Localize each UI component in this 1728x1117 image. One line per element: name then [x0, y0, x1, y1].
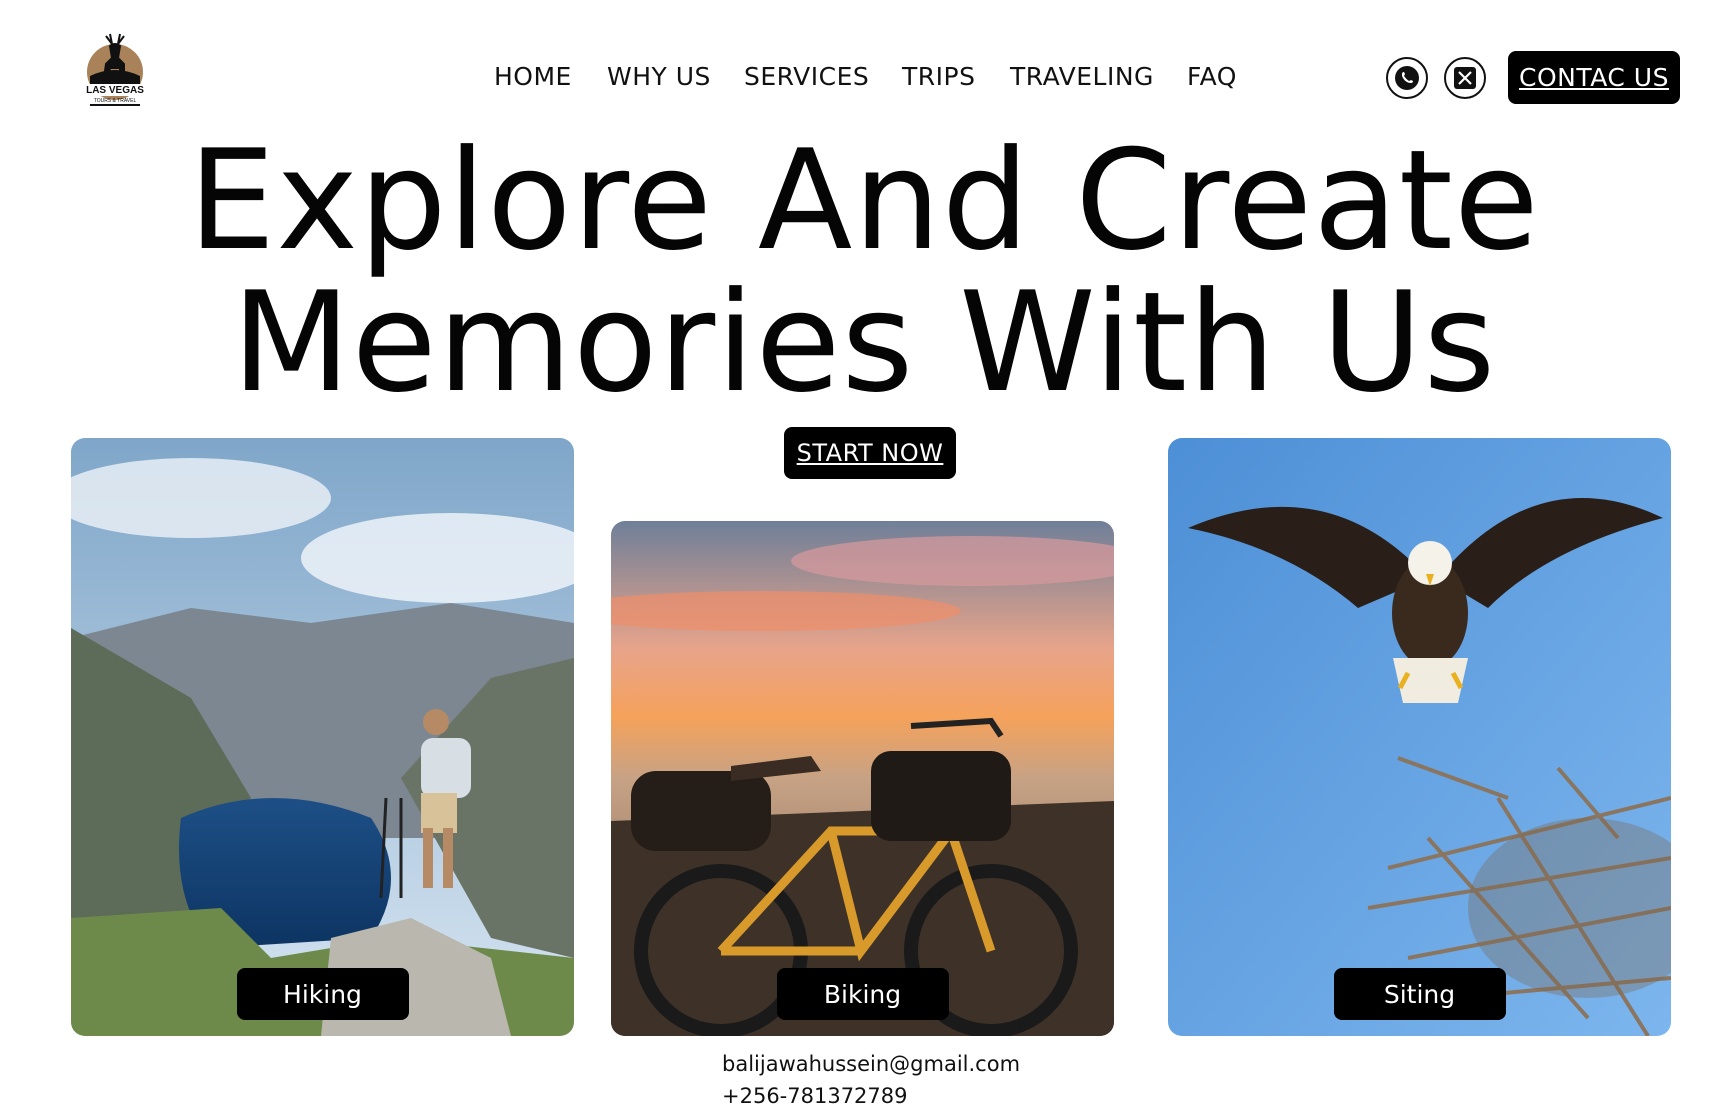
logo-subtext: TOURS & TRAVEL — [94, 98, 137, 104]
nav-traveling[interactable]: TRAVELING — [1010, 62, 1154, 91]
nav-why-us[interactable]: WHY US — [607, 62, 711, 91]
card-label-hiking[interactable]: Hiking — [236, 968, 409, 1020]
start-now-button[interactable]: START NOW — [784, 427, 956, 479]
siting-image — [1168, 438, 1671, 1036]
x-button[interactable] — [1444, 57, 1486, 99]
landing-page: LAS VEGAS TOURS & TRAVEL HOME WHY US SER… — [0, 0, 1728, 1117]
card-biking[interactable]: Biking — [611, 521, 1114, 1036]
nav-services[interactable]: SERVICES — [744, 62, 869, 91]
nav-trips[interactable]: TRIPS — [902, 62, 975, 91]
footer-phone[interactable]: +256-781372789 — [722, 1084, 908, 1108]
contact-button[interactable]: CONTAC US — [1508, 51, 1680, 104]
hero-line-1: Explore And Create — [188, 120, 1540, 281]
nav-home[interactable]: HOME — [494, 62, 572, 91]
card-label-biking[interactable]: Biking — [776, 968, 949, 1020]
biking-image — [611, 521, 1114, 1036]
card-hiking[interactable]: Hiking — [71, 438, 574, 1036]
x-icon — [1454, 67, 1476, 89]
hiking-image — [71, 438, 574, 1036]
hero-heading: Explore And Create Memories With Us — [0, 130, 1728, 414]
nav-faq[interactable]: FAQ — [1187, 62, 1237, 91]
whatsapp-icon — [1395, 66, 1419, 90]
footer-email[interactable]: balijawahussein@gmail.com — [722, 1052, 1020, 1076]
card-siting[interactable]: Siting — [1168, 438, 1671, 1036]
whatsapp-button[interactable] — [1386, 57, 1428, 99]
hero-line-2: Memories With Us — [231, 262, 1497, 423]
card-label-siting[interactable]: Siting — [1333, 968, 1506, 1020]
